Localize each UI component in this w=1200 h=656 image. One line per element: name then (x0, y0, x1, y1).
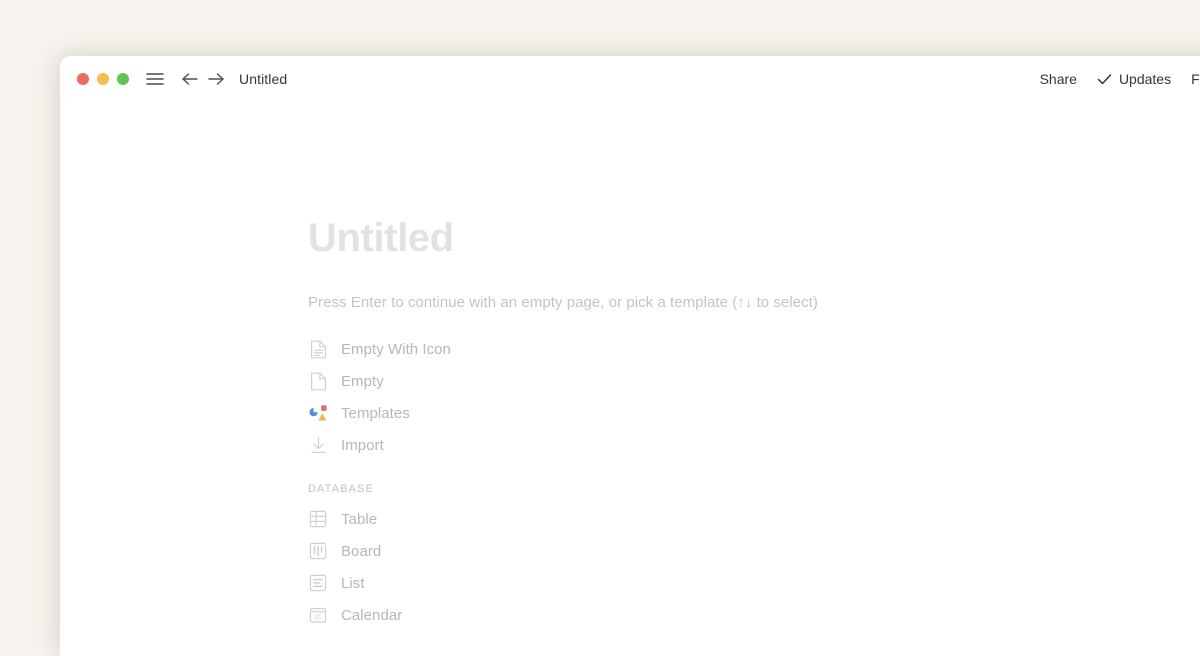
database-options-list: Table Board List 31 Calendar (308, 503, 1200, 631)
database-section-heading: Database (308, 483, 374, 495)
hamburger-icon[interactable] (144, 68, 166, 90)
share-button-label: Share (1039, 71, 1077, 87)
close-window-button[interactable] (77, 73, 89, 85)
maximize-window-button[interactable] (117, 73, 129, 85)
template-option-empty-with-icon[interactable]: Empty With Icon (308, 333, 1200, 365)
template-option-label: Templates (341, 404, 410, 422)
check-icon (1097, 73, 1112, 86)
app-window: Untitled Share Updates Favori Untitled P… (60, 56, 1200, 656)
database-option-calendar[interactable]: 31 Calendar (308, 599, 1200, 631)
favorite-button[interactable]: Favori (1181, 71, 1200, 87)
page-body: Untitled Press Enter to continue with an… (60, 102, 1200, 631)
title-bar-actions: Share Updates Favori (1030, 56, 1200, 102)
template-hint-text: Press Enter to continue with an empty pa… (308, 294, 818, 311)
database-option-table[interactable]: Table (308, 503, 1200, 535)
calendar-icon: 31 (308, 605, 328, 625)
minimize-window-button[interactable] (97, 73, 109, 85)
template-option-label: Import (341, 436, 384, 454)
share-button[interactable]: Share (1030, 71, 1087, 87)
database-option-label: List (341, 574, 365, 592)
template-option-label: Empty (341, 372, 384, 390)
download-icon (308, 435, 328, 455)
template-options-list: Empty With Icon Empty Templates Import (308, 313, 1200, 461)
template-option-templates[interactable]: Templates (308, 397, 1200, 429)
template-option-import[interactable]: Import (308, 429, 1200, 461)
database-option-list[interactable]: List (308, 567, 1200, 599)
templates-shapes-icon (308, 403, 328, 423)
board-icon (308, 541, 328, 561)
template-option-label: Empty With Icon (341, 340, 451, 358)
arrow-left-icon[interactable] (179, 68, 201, 90)
title-bar: Untitled Share Updates Favori (60, 56, 1200, 102)
calendar-icon-day: 31 (314, 614, 322, 621)
document-lines-icon (308, 339, 328, 359)
database-option-label: Table (341, 510, 378, 528)
favorite-button-label: Favori (1191, 71, 1200, 87)
updates-button[interactable]: Updates (1087, 71, 1181, 87)
page-title[interactable]: Untitled (308, 102, 1200, 262)
list-icon (308, 573, 328, 593)
database-option-label: Board (341, 542, 382, 560)
breadcrumb[interactable]: Untitled (239, 71, 287, 87)
updates-button-label: Updates (1118, 71, 1172, 87)
arrow-right-icon[interactable] (205, 68, 227, 90)
database-option-label: Calendar (341, 606, 403, 624)
table-icon (308, 509, 328, 529)
database-option-board[interactable]: Board (308, 535, 1200, 567)
template-option-empty[interactable]: Empty (308, 365, 1200, 397)
window-controls (77, 73, 129, 85)
document-blank-icon (308, 371, 328, 391)
